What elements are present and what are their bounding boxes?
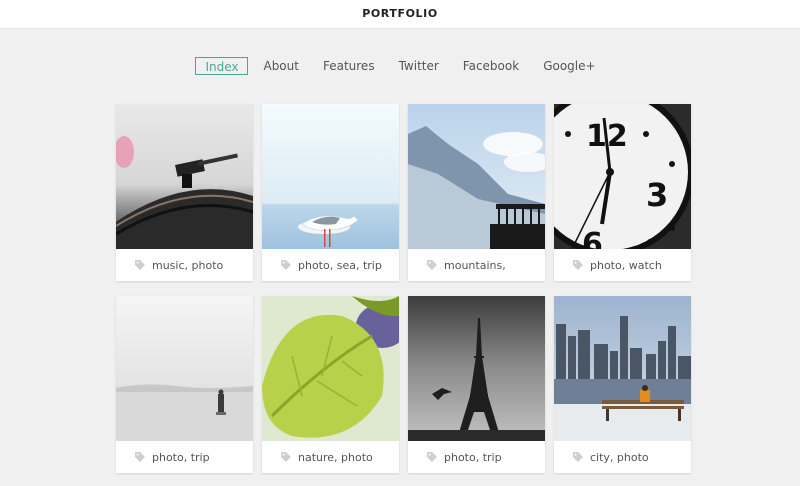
tags-label[interactable]: photo, trip [444, 451, 502, 464]
tag-icon [572, 259, 584, 271]
tags-label[interactable]: photo, trip [152, 451, 210, 464]
tags-row: photo, trip [408, 441, 545, 473]
portfolio-card[interactable]: photo, trip [408, 296, 545, 473]
tags-label[interactable]: music, photo [152, 259, 223, 272]
portfolio-card[interactable]: music, photo [116, 104, 253, 281]
tag-icon [280, 451, 292, 463]
portfolio-card[interactable]: city, photo [554, 296, 691, 473]
tags-label[interactable]: nature, photo [298, 451, 373, 464]
tags-row: music, photo [116, 249, 253, 281]
tags-label[interactable]: city, photo [590, 451, 649, 464]
top-bar: PORTFOLIO [0, 0, 800, 29]
nav-item-features[interactable]: Features [314, 57, 384, 75]
nav-item-index[interactable]: Index [195, 57, 249, 75]
tags-row: city, photo [554, 441, 691, 473]
svg-text:6: 6 [582, 227, 603, 249]
portfolio-card[interactable]: nature, photo [262, 296, 399, 473]
portfolio-grid: music, photo photo, sea, trip mountains,… [116, 104, 691, 473]
tags-label[interactable]: mountains, [444, 259, 506, 272]
tags-row: photo, watch [554, 249, 691, 281]
nav-item-google-plus[interactable]: Google+ [534, 57, 604, 75]
portfolio-card[interactable]: photo, sea, trip [262, 104, 399, 281]
tag-icon [426, 451, 438, 463]
eiffel-tower-photo[interactable] [408, 296, 545, 441]
nav-item-twitter[interactable]: Twitter [390, 57, 448, 75]
nav-item-about[interactable]: About [254, 57, 307, 75]
tag-icon [280, 259, 292, 271]
tags-row: photo, sea, trip [262, 249, 399, 281]
tags-row: mountains, [408, 249, 545, 281]
turntable-photo[interactable] [116, 104, 253, 249]
tag-icon [426, 259, 438, 271]
tag-icon [572, 451, 584, 463]
city-skyline-photo[interactable] [554, 296, 691, 441]
nav-item-facebook[interactable]: Facebook [454, 57, 528, 75]
svg-text:3: 3 [646, 176, 668, 214]
site-title[interactable]: PORTFOLIO [362, 7, 438, 20]
portfolio-card[interactable]: 12 3 6 photo, watch [554, 104, 691, 281]
tags-row: photo, trip [116, 441, 253, 473]
foggy-sea-photo[interactable] [116, 296, 253, 441]
tag-icon [134, 451, 146, 463]
main-nav: Index About Features Twitter Facebook Go… [0, 57, 800, 75]
portfolio-card[interactable]: photo, trip [116, 296, 253, 473]
tag-icon [134, 259, 146, 271]
leaves-photo[interactable] [262, 296, 399, 441]
tags-row: nature, photo [262, 441, 399, 473]
clock-photo[interactable]: 12 3 6 [554, 104, 691, 249]
portfolio-card[interactable]: mountains, [408, 104, 545, 281]
tags-label[interactable]: photo, watch [590, 259, 662, 272]
tags-label[interactable]: photo, sea, trip [298, 259, 382, 272]
seagull-photo[interactable] [262, 104, 399, 249]
mountains-photo[interactable] [408, 104, 545, 249]
